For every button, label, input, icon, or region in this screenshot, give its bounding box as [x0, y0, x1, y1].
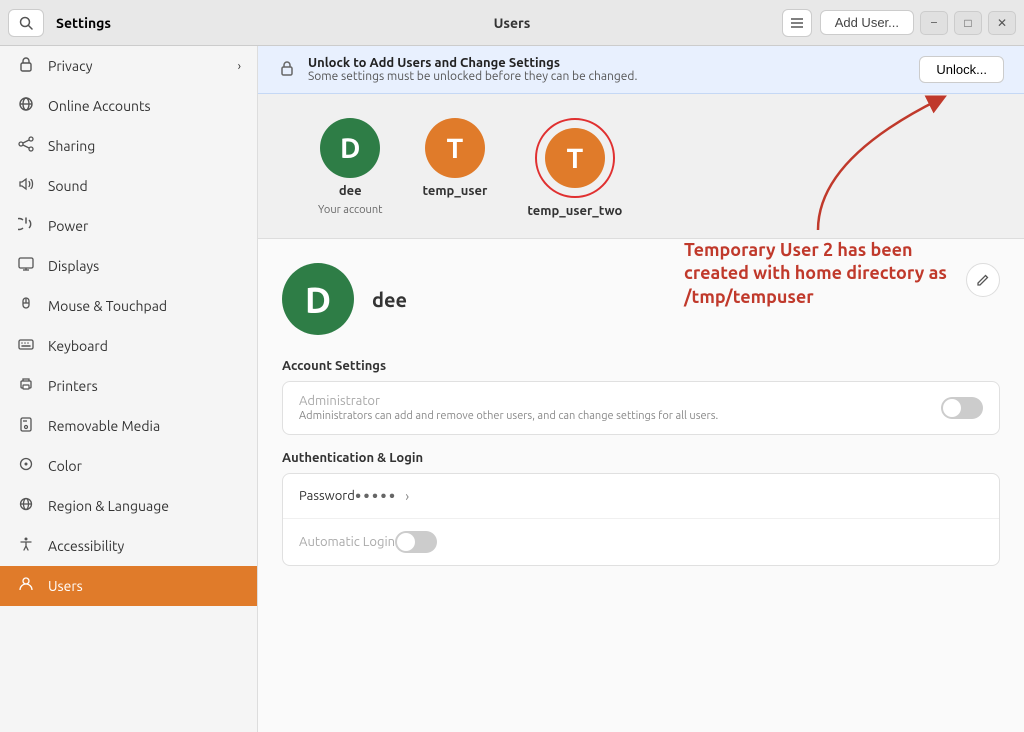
color-icon	[16, 456, 36, 476]
user-card-temp-user[interactable]: T temp_user	[422, 118, 487, 218]
accessibility-icon	[16, 536, 36, 556]
sidebar-item-accessibility[interactable]: Accessibility	[0, 526, 257, 566]
avatar-temp-user-two: T	[545, 128, 605, 188]
username-dee: dee	[339, 184, 362, 198]
sidebar-item-privacy[interactable]: Privacy ›	[0, 46, 257, 86]
administrator-label: Administrator	[299, 394, 941, 408]
titlebar-controls: Add User... – □ ✕	[820, 10, 1016, 35]
account-settings-card: Administrator Administrators can add and…	[282, 381, 1000, 435]
unlock-banner: Unlock to Add Users and Change Settings …	[258, 46, 1024, 94]
administrator-toggle[interactable]	[941, 397, 983, 419]
unlock-text-block: Unlock to Add Users and Change Settings …	[308, 56, 907, 83]
auth-login-card: Password ••••• › Automatic Login	[282, 473, 1000, 566]
administrator-row: Administrator Administrators can add and…	[283, 382, 999, 434]
sidebar-label-printers: Printers	[48, 378, 98, 394]
lock-icon	[278, 59, 296, 81]
sidebar-label-sharing: Sharing	[48, 138, 95, 154]
auto-login-row: Automatic Login	[283, 519, 999, 565]
maximize-button[interactable]: □	[954, 11, 982, 35]
sidebar-item-displays[interactable]: Displays	[0, 246, 257, 286]
sidebar-label-power: Power	[48, 218, 88, 234]
user-detail-name: dee	[372, 288, 407, 311]
sidebar-label-keyboard: Keyboard	[48, 338, 108, 354]
sidebar-label-mouse: Mouse & Touchpad	[48, 298, 167, 314]
privacy-icon	[16, 56, 36, 76]
content-area: Unlock to Add Users and Change Settings …	[258, 46, 1024, 732]
unlock-button[interactable]: Unlock...	[919, 56, 1004, 83]
user-card-dee[interactable]: D dee Your account	[318, 118, 382, 218]
password-chevron: ›	[405, 488, 409, 504]
displays-icon	[16, 256, 36, 276]
account-settings-title: Account Settings	[258, 359, 1024, 373]
sidebar-item-mouse-touchpad[interactable]: Mouse & Touchpad	[0, 286, 257, 326]
sidebar-item-power[interactable]: Power	[0, 206, 257, 246]
sidebar-item-printers[interactable]: Printers	[0, 366, 257, 406]
sidebar: Privacy › Online Accounts	[0, 46, 258, 732]
sidebar-item-sharing[interactable]: Sharing	[0, 126, 257, 166]
sharing-icon	[16, 136, 36, 156]
settings-label: Settings	[52, 15, 774, 31]
avatar-dee: D	[320, 118, 380, 178]
unlock-title: Unlock to Add Users and Change Settings	[308, 56, 907, 70]
power-icon	[16, 216, 36, 236]
unlock-subtitle: Some settings must be unlocked before th…	[308, 70, 907, 83]
auto-login-toggle[interactable]	[395, 531, 437, 553]
privacy-arrow: ›	[238, 60, 241, 73]
users-grid: D dee Your account T temp_user T temp_us…	[258, 94, 1024, 239]
user-detail: D dee	[258, 239, 1024, 335]
auto-login-label: Automatic Login	[299, 535, 395, 549]
main-layout: Privacy › Online Accounts	[0, 46, 1024, 732]
region-icon	[16, 496, 36, 516]
user-card-temp-user-two[interactable]: T temp_user_two	[527, 118, 622, 218]
keyboard-icon	[16, 336, 36, 356]
sidebar-item-users[interactable]: Users	[0, 566, 257, 606]
sidebar-label-online-accounts: Online Accounts	[48, 98, 151, 114]
username-temp-user: temp_user	[422, 184, 487, 198]
sidebar-item-region-language[interactable]: Region & Language	[0, 486, 257, 526]
administrator-label-block: Administrator Administrators can add and…	[299, 394, 941, 422]
user-sub-dee: Your account	[318, 204, 382, 216]
printers-icon	[16, 376, 36, 396]
minimize-button[interactable]: –	[920, 11, 948, 35]
mouse-icon	[16, 296, 36, 316]
detail-wrapper: Temporary User 2 has been created with h…	[258, 239, 1024, 566]
user-detail-avatar: D	[282, 263, 354, 335]
window-title: Users	[494, 15, 531, 31]
user-detail-header: D dee	[282, 263, 1000, 335]
sidebar-item-online-accounts[interactable]: Online Accounts	[0, 86, 257, 126]
sidebar-item-sound[interactable]: Sound	[0, 166, 257, 206]
sidebar-label-privacy: Privacy	[48, 58, 92, 74]
sidebar-label-removable-media: Removable Media	[48, 418, 160, 434]
password-label: Password	[299, 489, 355, 503]
administrator-sub: Administrators can add and remove other …	[299, 410, 941, 422]
username-temp-user-two: temp_user_two	[527, 204, 622, 218]
edit-button[interactable]	[966, 263, 1000, 297]
sidebar-item-keyboard[interactable]: Keyboard	[0, 326, 257, 366]
titlebar: Settings Users Add User... – □ ✕	[0, 0, 1024, 46]
removable-media-icon	[16, 416, 36, 436]
sidebar-item-color[interactable]: Color	[0, 446, 257, 486]
users-icon	[16, 576, 36, 596]
sidebar-label-users: Users	[48, 578, 83, 594]
sidebar-label-accessibility: Accessibility	[48, 538, 124, 554]
sidebar-label-displays: Displays	[48, 258, 99, 274]
password-dots: •••••	[355, 486, 397, 506]
online-accounts-icon	[16, 96, 36, 116]
sidebar-label-color: Color	[48, 458, 82, 474]
avatar-temp-user: T	[425, 118, 485, 178]
sound-icon	[16, 176, 36, 196]
password-row[interactable]: Password ••••• ›	[283, 474, 999, 519]
menu-button[interactable]	[782, 9, 812, 37]
add-user-button[interactable]: Add User...	[820, 10, 914, 35]
close-button[interactable]: ✕	[988, 11, 1016, 35]
sidebar-item-removable-media[interactable]: Removable Media	[0, 406, 257, 446]
sidebar-label-region: Region & Language	[48, 498, 169, 514]
selected-ring: T	[535, 118, 615, 198]
search-button[interactable]	[8, 9, 44, 37]
auth-login-title: Authentication & Login	[258, 451, 1024, 465]
sidebar-label-sound: Sound	[48, 178, 88, 194]
